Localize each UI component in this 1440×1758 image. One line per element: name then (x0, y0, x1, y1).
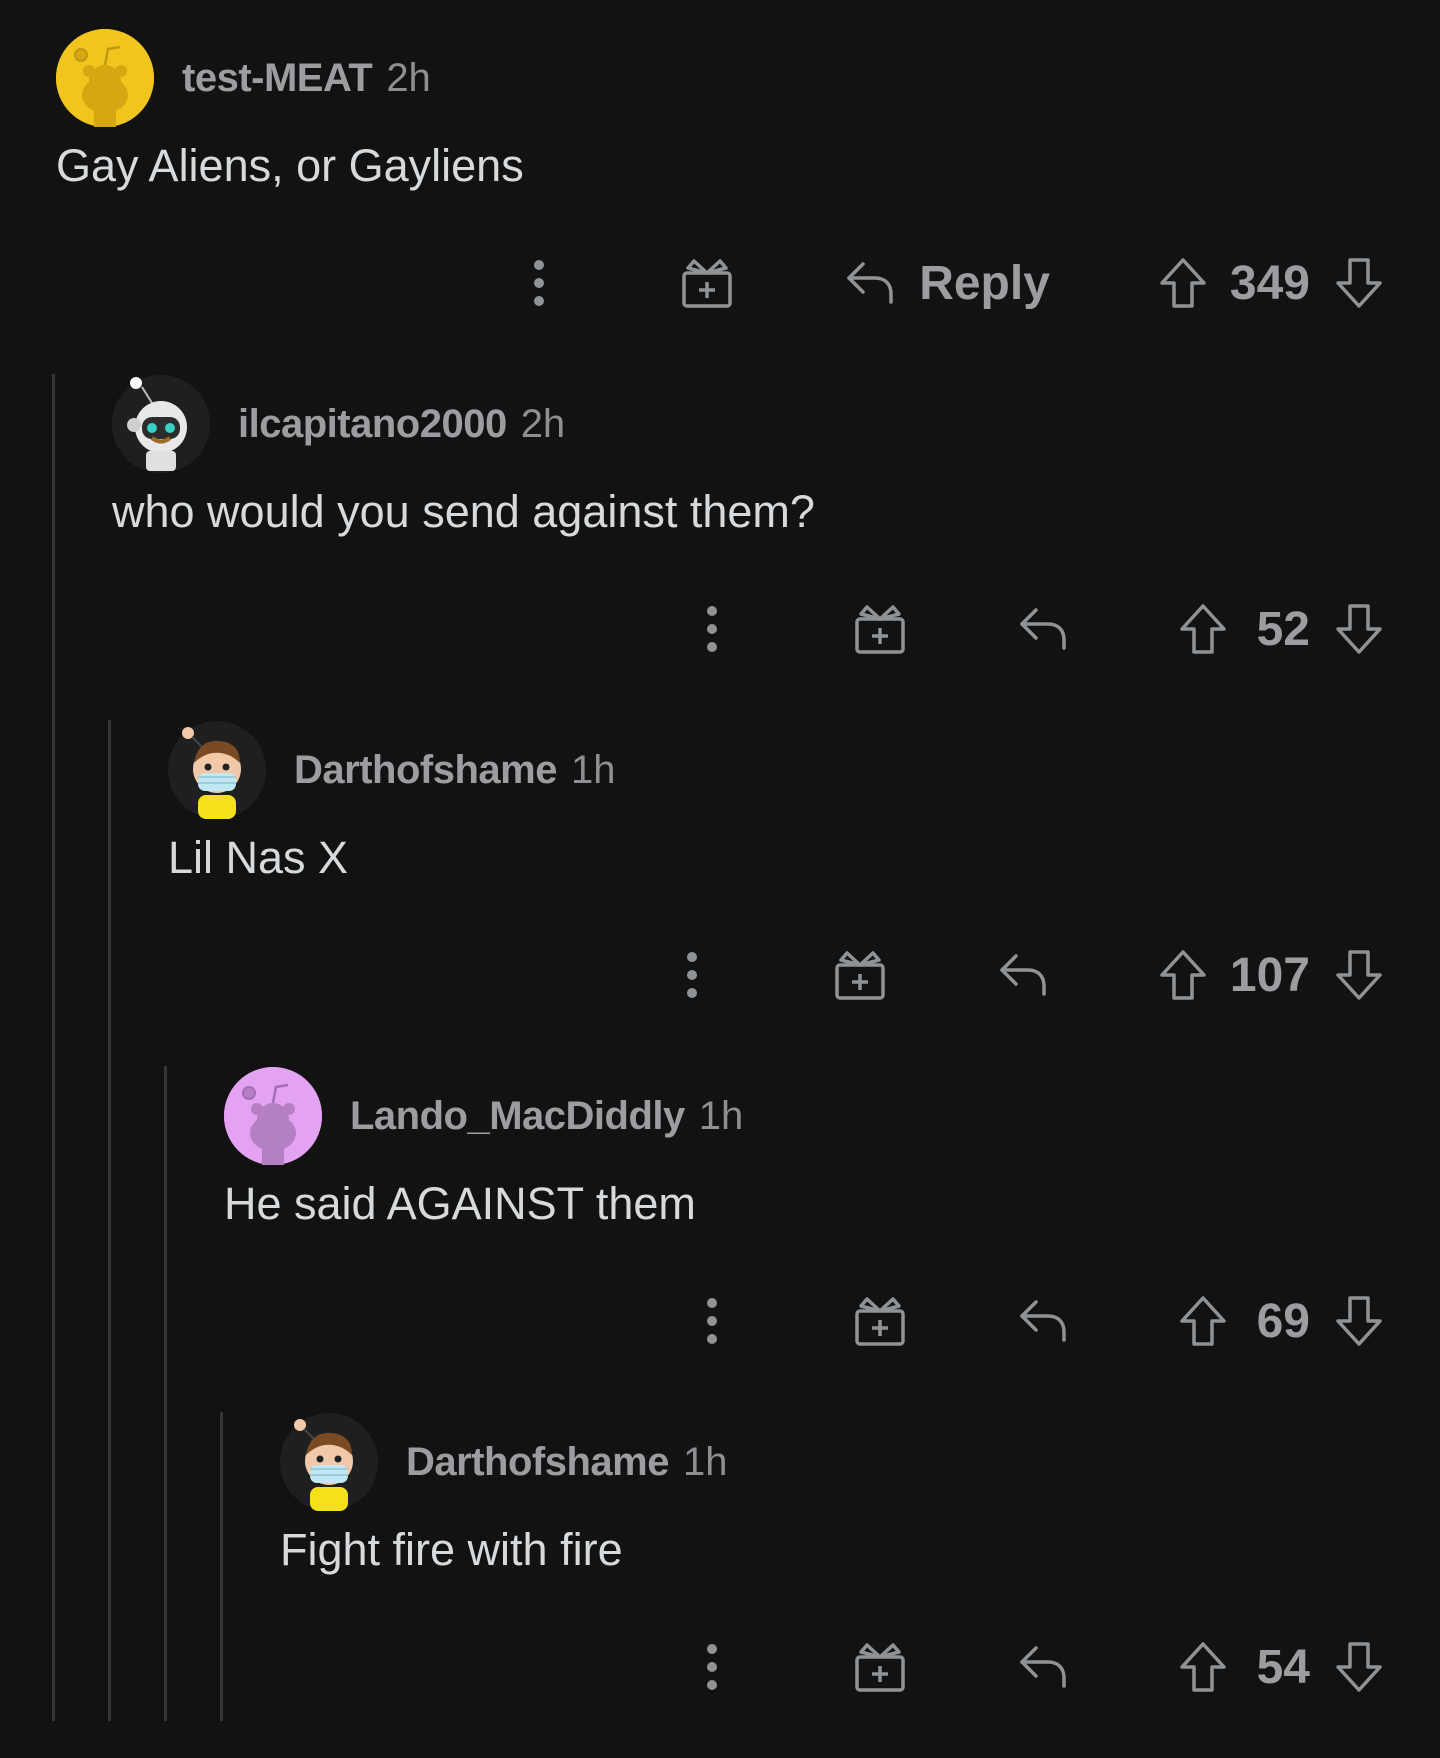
vote-controls: 107 (1158, 948, 1384, 1003)
comment-age: 2h (386, 55, 431, 100)
more-options-button[interactable] (692, 1286, 732, 1356)
comment-actions: Reply 349 (519, 248, 1384, 318)
avatar[interactable] (56, 29, 154, 127)
comment: Darthofshame 1h Lil Nas X 107 (0, 720, 1440, 1066)
reply-button[interactable] (1018, 1632, 1070, 1702)
award-button[interactable] (830, 940, 890, 1010)
downvote-arrow-icon (1336, 950, 1382, 1000)
reply-arrow-icon (1000, 954, 1046, 996)
upvote-arrow-icon (1160, 258, 1206, 308)
comment-header: Lando_MacDiddly 1h (224, 1066, 743, 1166)
username[interactable]: Darthofshame (406, 1440, 669, 1485)
award-button[interactable] (850, 594, 910, 664)
gift-icon (855, 1643, 905, 1692)
vote-score: 69 (1256, 1294, 1310, 1348)
downvote-button[interactable] (1334, 1295, 1384, 1347)
upvote-button[interactable] (1178, 1641, 1228, 1693)
upvote-arrow-icon (1160, 950, 1206, 1000)
vote-score: 54 (1256, 1640, 1310, 1694)
comment-age: 1h (698, 1093, 744, 1138)
reply-arrow-icon (1020, 1300, 1066, 1342)
comment-actions: 107 (672, 940, 1384, 1010)
upvote-arrow-icon (1180, 1642, 1226, 1692)
upvote-button[interactable] (1158, 949, 1208, 1001)
vertical-dots-icon (707, 1644, 717, 1690)
upvote-button[interactable] (1178, 1295, 1228, 1347)
downvote-button[interactable] (1334, 1641, 1384, 1693)
gift-icon (855, 1297, 905, 1346)
comment-header: Darthofshame 1h (168, 720, 615, 820)
comment-header: test-MEAT 2h (56, 28, 431, 128)
reply-arrow-icon (1020, 608, 1066, 650)
comment-body: who would you send against them? (112, 486, 815, 537)
award-button[interactable] (850, 1286, 910, 1356)
vertical-dots-icon (707, 1298, 717, 1344)
avatar[interactable] (280, 1413, 378, 1511)
gift-icon (855, 605, 905, 654)
reply-label: Reply (919, 256, 1050, 310)
reply-arrow-icon (1020, 1646, 1066, 1688)
comment: ilcapitano2000 2h who would you send aga… (0, 374, 1440, 720)
vote-controls: 349 (1158, 256, 1384, 311)
vote-controls: 69 (1178, 1294, 1384, 1349)
vote-controls: 52 (1178, 602, 1384, 657)
avatar[interactable] (224, 1067, 322, 1165)
upvote-arrow-icon (1180, 604, 1226, 654)
comment-actions: 54 (692, 1632, 1384, 1702)
reply-button[interactable]: Reply (845, 248, 1050, 318)
vertical-dots-icon (686, 952, 697, 998)
downvote-button[interactable] (1334, 949, 1384, 1001)
reply-button[interactable] (1018, 594, 1070, 664)
vote-score: 107 (1229, 948, 1310, 1002)
more-options-button[interactable] (519, 248, 559, 318)
comment: test-MEAT 2h Gay Aliens, or Gayliens Rep… (0, 28, 1440, 374)
gift-icon (835, 951, 885, 1000)
more-options-button[interactable] (692, 594, 732, 664)
upvote-button[interactable] (1158, 257, 1208, 309)
comment: Lando_MacDiddly 1h He said AGAINST them … (0, 1066, 1440, 1412)
avatar[interactable] (168, 721, 266, 819)
upvote-button[interactable] (1178, 603, 1228, 655)
comment-body: Lil Nas X (168, 832, 349, 883)
username[interactable]: Lando_MacDiddly (350, 1094, 685, 1139)
comment-age: 2h (520, 401, 566, 446)
downvote-button[interactable] (1334, 603, 1384, 655)
award-button[interactable] (850, 1632, 910, 1702)
downvote-arrow-icon (1336, 1642, 1382, 1692)
comment-actions: 69 (692, 1286, 1384, 1356)
username[interactable]: test-MEAT (182, 56, 373, 101)
reply-button[interactable] (1018, 1286, 1070, 1356)
reply-arrow-icon (847, 262, 893, 304)
comment-header: Darthofshame 1h (280, 1412, 727, 1512)
username[interactable]: ilcapitano2000 (238, 402, 507, 447)
avatar[interactable] (112, 375, 210, 473)
vertical-dots-icon (534, 260, 545, 306)
vote-controls: 54 (1178, 1640, 1384, 1695)
reply-button[interactable] (998, 940, 1050, 1010)
comment-header: ilcapitano2000 2h (112, 374, 565, 474)
downvote-arrow-icon (1336, 258, 1382, 308)
gift-icon (682, 259, 732, 308)
more-options-button[interactable] (692, 1632, 732, 1702)
comment-actions: 52 (692, 594, 1384, 664)
comment-body: He said AGAINST them (224, 1178, 696, 1229)
downvote-button[interactable] (1334, 257, 1384, 309)
comment-age: 1h (682, 1439, 728, 1484)
vote-score: 52 (1256, 602, 1310, 656)
comment-body: Gay Aliens, or Gayliens (56, 140, 524, 191)
more-options-button[interactable] (672, 940, 712, 1010)
comment: Darthofshame 1h Fight fire with fire 54 (0, 1412, 1440, 1758)
downvote-arrow-icon (1336, 604, 1382, 654)
vertical-dots-icon (707, 606, 717, 652)
username[interactable]: Darthofshame (294, 748, 557, 793)
downvote-arrow-icon (1336, 1296, 1382, 1346)
vote-score: 349 (1229, 256, 1310, 310)
comment-body: Fight fire with fire (280, 1524, 623, 1575)
upvote-arrow-icon (1180, 1296, 1226, 1346)
award-button[interactable] (677, 248, 737, 318)
comment-age: 1h (570, 747, 616, 792)
